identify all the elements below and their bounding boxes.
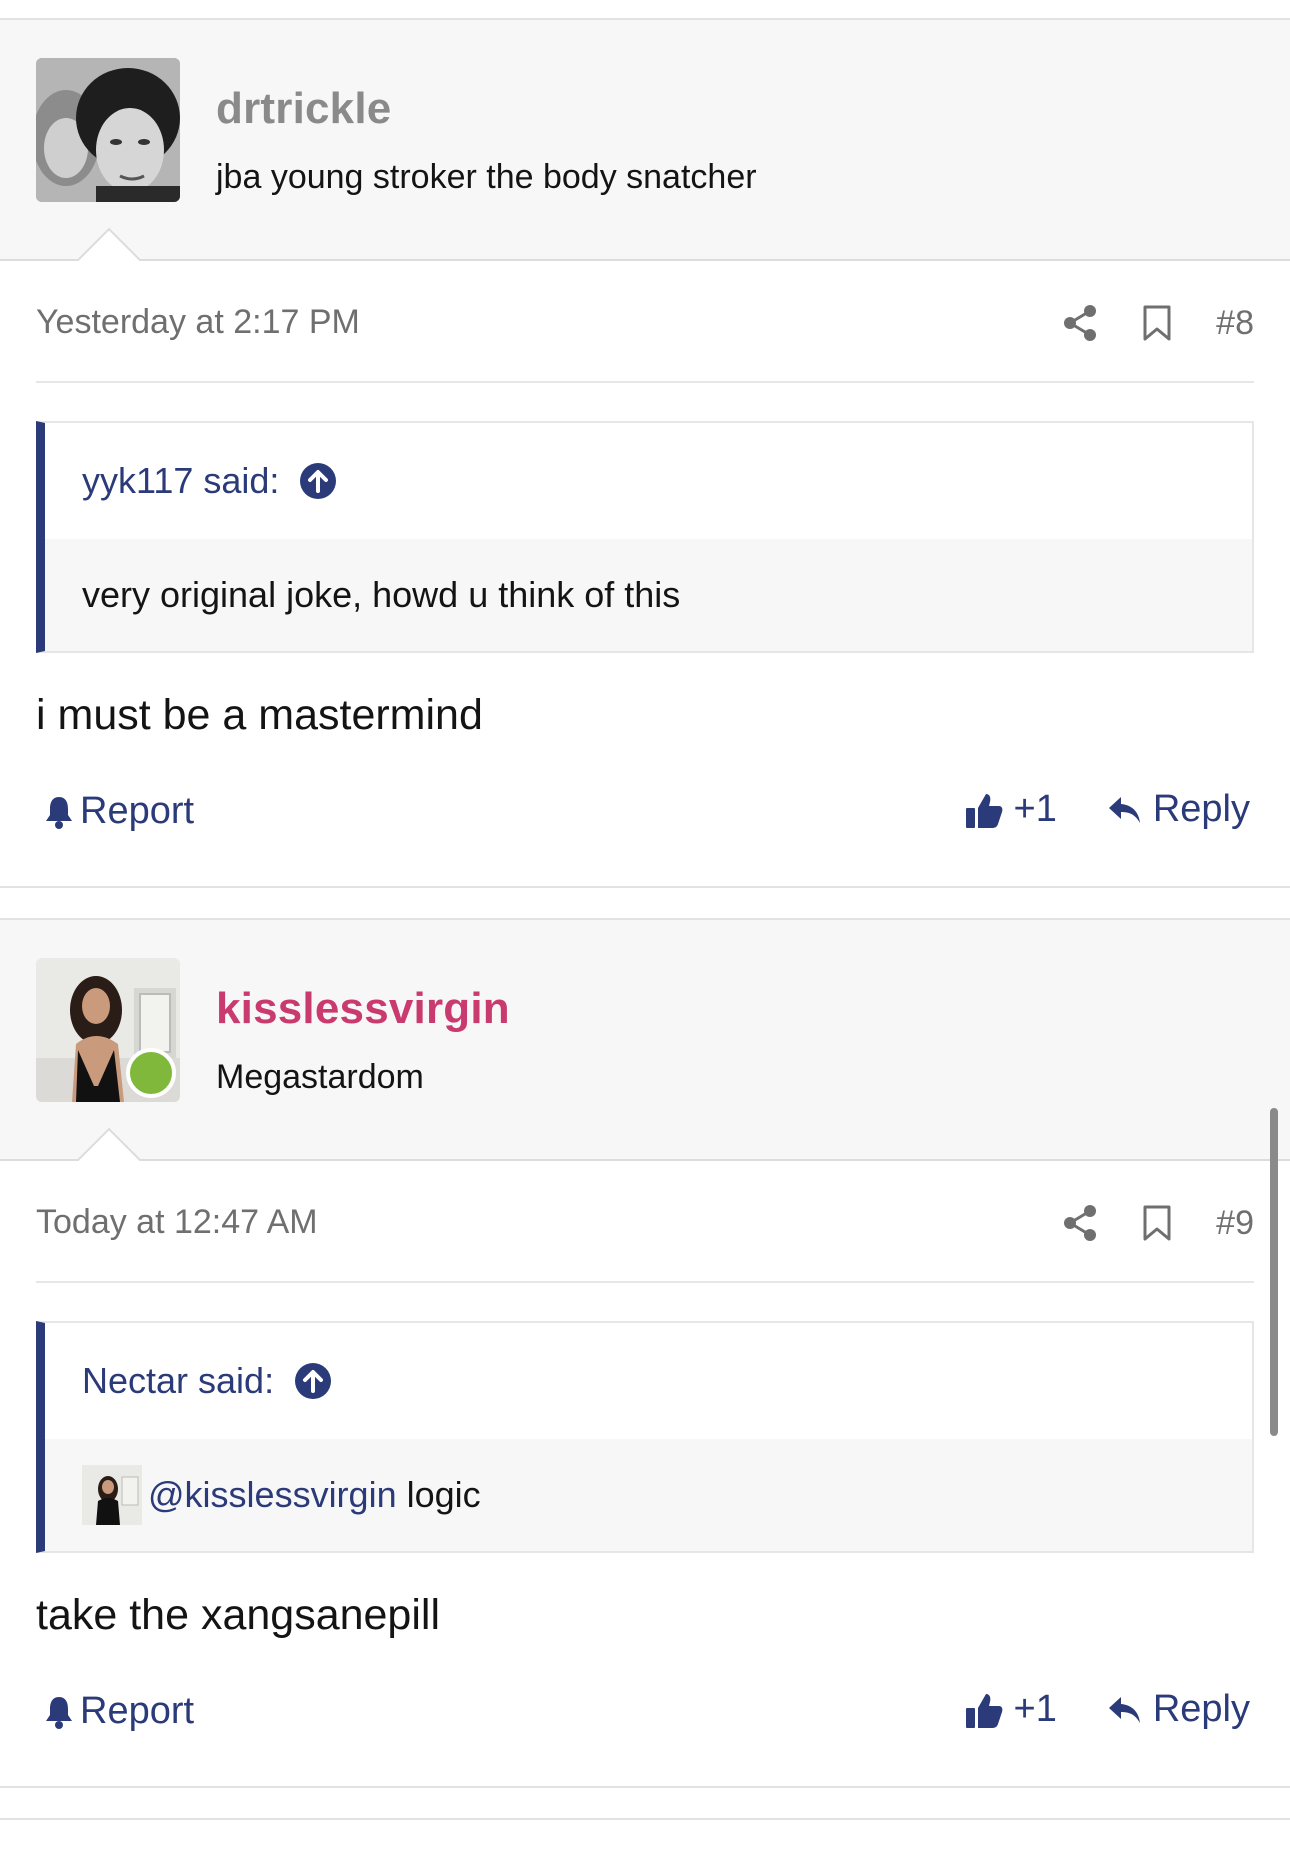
post-date[interactable]: Yesterday at 2:17 PM xyxy=(36,303,360,342)
user-header: drtrickle jba young stroker the body sna… xyxy=(0,20,1290,261)
post-separator xyxy=(0,1786,1290,1820)
post-meta-actions: #8 xyxy=(1062,299,1254,347)
quote-content: very original joke, howd u think of this xyxy=(45,539,1252,651)
header-pointer xyxy=(74,1127,142,1161)
reply-arrow-icon xyxy=(1107,1693,1143,1727)
top-spacer xyxy=(0,0,1290,20)
quote-block: yyk117 said: very original joke, howd u … xyxy=(36,421,1254,653)
post-separator xyxy=(0,886,1290,920)
bookmark-icon[interactable] xyxy=(1142,305,1172,341)
post-footer-actions: +1 Reply xyxy=(964,788,1250,831)
username[interactable]: drtrickle xyxy=(216,84,391,134)
bookmark-icon[interactable] xyxy=(1142,1205,1172,1241)
report-button[interactable]: Report xyxy=(44,790,194,833)
report-label: Report xyxy=(80,1690,195,1732)
post-message: take the xangsanepill xyxy=(36,1591,441,1639)
user-header: kisslessvirgin Megastardom xyxy=(0,920,1290,1161)
reply-button[interactable]: Reply xyxy=(1107,788,1250,831)
post-number-link[interactable]: #8 xyxy=(1216,304,1254,343)
reply-label: Reply xyxy=(1152,1688,1250,1730)
post-meta: Yesterday at 2:17 PM #8 xyxy=(36,261,1254,383)
post-number-link[interactable]: #9 xyxy=(1216,1204,1254,1243)
header-pointer xyxy=(74,227,142,261)
post-footer: Report +1 Reply xyxy=(36,1670,1254,1786)
thumbs-up-icon xyxy=(964,790,1004,830)
bell-icon xyxy=(44,795,74,829)
mention-avatar xyxy=(82,1465,142,1525)
quote-attribution[interactable]: Nectar said: xyxy=(82,1360,274,1402)
username[interactable]: kisslessvirgin xyxy=(216,984,510,1034)
quote-attribution[interactable]: yyk117 said: xyxy=(82,460,279,502)
like-button[interactable]: +1 xyxy=(964,1688,1057,1731)
avatar-photo-icon xyxy=(36,58,180,202)
post-meta-actions: #9 xyxy=(1062,1199,1254,1247)
online-status-indicator xyxy=(126,1048,176,1098)
quote-text: very original joke, howd u think of this xyxy=(82,574,681,615)
bell-icon xyxy=(44,1695,74,1729)
user-avatar[interactable] xyxy=(36,58,180,202)
quote-header: yyk117 said: xyxy=(45,423,1252,539)
arrow-up-circle-icon[interactable] xyxy=(299,462,337,500)
like-count: +1 xyxy=(1013,788,1057,830)
like-button[interactable]: +1 xyxy=(964,788,1057,831)
post-footer-actions: +1 Reply xyxy=(964,1688,1250,1731)
reply-label: Reply xyxy=(1152,788,1250,830)
reply-arrow-icon xyxy=(1107,793,1143,827)
post-date[interactable]: Today at 12:47 AM xyxy=(36,1203,318,1242)
share-icon[interactable] xyxy=(1062,1204,1098,1242)
post-8: drtrickle jba young stroker the body sna… xyxy=(0,20,1290,886)
post-meta: Today at 12:47 AM #9 xyxy=(36,1161,1254,1283)
quote-block: Nectar said: @kisslessvirgin logic xyxy=(36,1321,1254,1553)
user-title: jba young stroker the body snatcher xyxy=(216,158,757,196)
quote-header: Nectar said: xyxy=(45,1323,1252,1439)
report-label: Report xyxy=(80,790,195,832)
share-icon[interactable] xyxy=(1062,304,1098,342)
user-title: Megastardom xyxy=(216,1058,424,1096)
scrollbar-thumb[interactable] xyxy=(1270,1108,1278,1436)
post-footer: Report +1 Reply xyxy=(36,770,1254,886)
post-message: i must be a mastermind xyxy=(36,691,483,739)
arrow-up-circle-icon[interactable] xyxy=(294,1362,332,1400)
user-mention-link[interactable]: @kisslessvirgin xyxy=(148,1474,397,1516)
quote-content: @kisslessvirgin logic xyxy=(45,1439,1252,1551)
quote-text: logic xyxy=(406,1474,481,1515)
reply-button[interactable]: Reply xyxy=(1107,1688,1250,1731)
report-button[interactable]: Report xyxy=(44,1690,194,1733)
like-count: +1 xyxy=(1013,1688,1057,1730)
thumbs-up-icon xyxy=(964,1690,1004,1730)
post-9: kisslessvirgin Megastardom Today at 12:4… xyxy=(0,920,1290,1786)
